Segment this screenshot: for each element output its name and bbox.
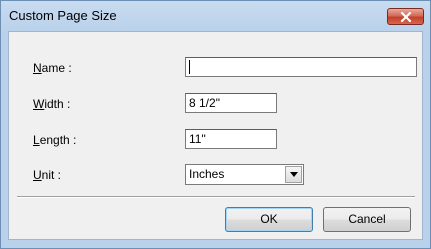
cancel-button[interactable]: Cancel (323, 207, 411, 232)
separator (17, 196, 415, 198)
window-title: Custom Page Size (9, 8, 117, 23)
chevron-down-icon (290, 172, 298, 177)
custom-page-size-dialog: Custom Page Size Name : Width : 8 1/2" L… (0, 0, 431, 249)
close-icon (400, 12, 412, 22)
unit-dropdown-button[interactable] (285, 166, 302, 183)
width-label: Width : (33, 97, 71, 111)
close-button[interactable] (387, 8, 424, 25)
dialog-client-area: Name : Width : 8 1/2" Length : 11" Unit … (8, 31, 423, 240)
unit-select[interactable]: Inches (185, 164, 304, 185)
length-input[interactable]: 11" (185, 129, 277, 149)
name-input[interactable] (185, 57, 417, 77)
width-input[interactable]: 8 1/2" (185, 93, 277, 113)
ok-button[interactable]: OK (225, 207, 313, 232)
title-bar[interactable]: Custom Page Size (1, 1, 430, 31)
unit-selected-value: Inches (189, 167, 225, 181)
length-label: Length : (33, 133, 77, 147)
text-caret (189, 60, 190, 74)
unit-label: Unit : (33, 168, 62, 182)
name-label: Name : (33, 61, 72, 75)
